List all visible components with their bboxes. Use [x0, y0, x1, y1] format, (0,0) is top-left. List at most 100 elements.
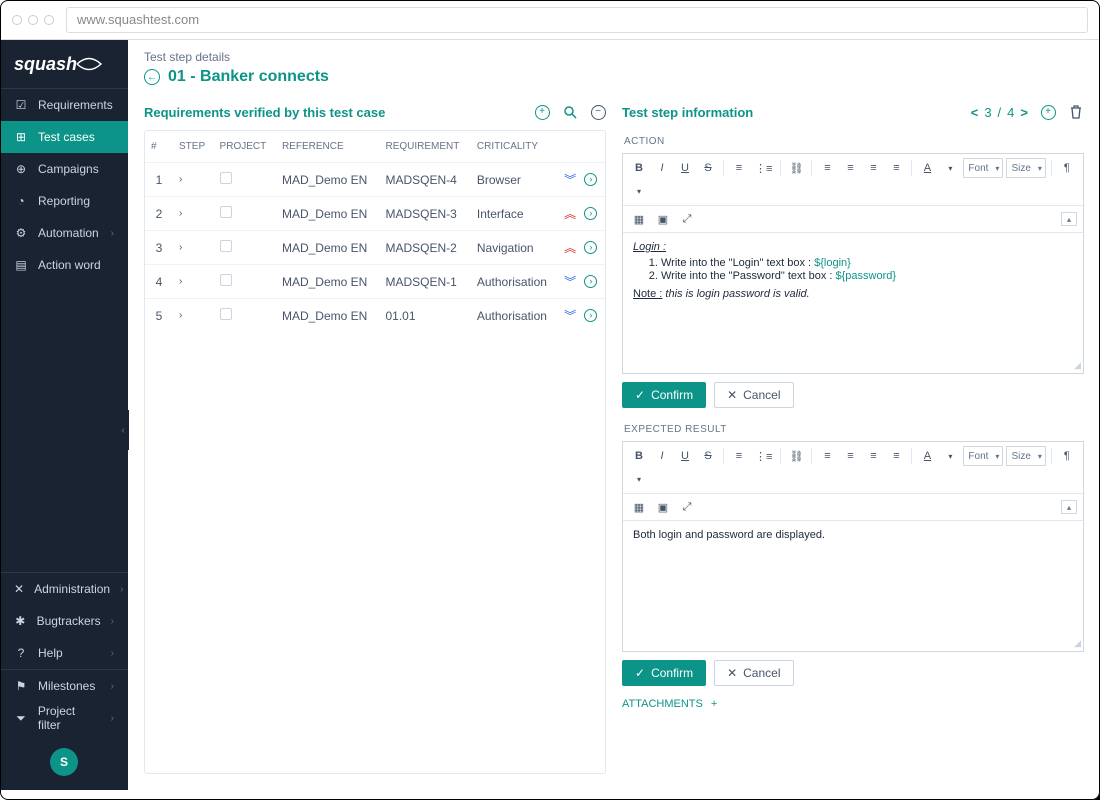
action-cancel-button[interactable]: ✕Cancel — [714, 382, 793, 408]
text-color-dropdown[interactable]: ▾ — [940, 158, 960, 178]
nav-requirements[interactable]: ☑ Requirements — [0, 89, 128, 121]
italic-button[interactable]: I — [652, 446, 672, 466]
window-dot[interactable] — [44, 15, 54, 25]
row-action[interactable]: › — [578, 299, 605, 333]
strike-button[interactable]: S — [698, 158, 718, 178]
nav-reporting[interactable]: ◔ Reporting — [0, 185, 128, 217]
window-dot[interactable] — [28, 15, 38, 25]
image-button[interactable]: ▣ — [653, 497, 673, 517]
bullet-list-button[interactable]: ⋮≡ — [752, 446, 775, 466]
row-project: MAD_Demo EN — [276, 231, 380, 265]
search-button[interactable] — [562, 104, 578, 120]
add-requirement-button[interactable]: + — [534, 104, 550, 120]
add-step-button[interactable]: + — [1040, 104, 1056, 120]
window-dot[interactable] — [12, 15, 22, 25]
numbered-list-button[interactable]: ≡ — [729, 446, 749, 466]
table-row[interactable]: 1›MAD_Demo ENMADSQEN-4Browser︾› — [145, 163, 605, 197]
italic-button[interactable]: I — [652, 158, 672, 178]
row-action[interactable]: › — [578, 231, 605, 265]
col-step: STEP — [173, 131, 214, 163]
bullet-list-button[interactable]: ⋮≡ — [752, 158, 775, 178]
align-justify-button[interactable]: ≡ — [886, 446, 906, 466]
action-content[interactable]: Login : Write into the "Login" text box … — [623, 233, 1083, 363]
size-select[interactable]: Size — [1006, 446, 1045, 466]
attachments-label: ATTACHMENTS — [622, 698, 703, 710]
toolbar-collapse[interactable]: ▴ — [1061, 212, 1077, 226]
nav-test-cases[interactable]: ⊞ Test cases — [0, 121, 128, 153]
resize-grip[interactable]: ◢ — [623, 363, 1083, 373]
size-select[interactable]: Size — [1006, 158, 1045, 178]
expected-content[interactable]: Both login and password are displayed. — [623, 521, 1083, 641]
format-dropdown[interactable]: ▾ — [629, 181, 649, 201]
nav-help[interactable]: ? Help › — [0, 637, 128, 669]
add-attachment-button[interactable]: + — [711, 698, 717, 710]
nav-project-filter[interactable]: ⏷ Project filter › — [0, 702, 128, 734]
delete-step-button[interactable] — [1068, 104, 1084, 120]
expand-icon[interactable]: › — [173, 163, 214, 197]
numbered-list-button[interactable]: ≡ — [729, 158, 749, 178]
row-checkbox[interactable] — [214, 163, 276, 197]
table-row[interactable]: 4›MAD_Demo ENMADSQEN-1Authorisation︾› — [145, 265, 605, 299]
row-action[interactable]: › — [578, 163, 605, 197]
nav-automation[interactable]: ⚙ Automation › — [0, 217, 128, 249]
fullscreen-button[interactable]: ⤢ — [677, 209, 697, 229]
link-button[interactable]: ⛓ — [786, 446, 806, 466]
toolbar-collapse[interactable]: ▴ — [1061, 500, 1077, 514]
pager-next[interactable]: > — [1020, 105, 1028, 120]
format-dropdown[interactable]: ▾ — [629, 469, 649, 489]
expand-icon[interactable]: › — [173, 231, 214, 265]
row-checkbox[interactable] — [214, 265, 276, 299]
url-bar[interactable]: www.squashtest.com — [66, 7, 1088, 33]
row-action[interactable]: › — [578, 265, 605, 299]
text-color-button[interactable]: A — [917, 158, 937, 178]
align-center-button[interactable]: ≡ — [840, 446, 860, 466]
table-row[interactable]: 5›MAD_Demo EN01.01Authorisation︾› — [145, 299, 605, 333]
image-button[interactable]: ▣ — [653, 209, 673, 229]
expected-confirm-button[interactable]: ✓Confirm — [622, 660, 706, 686]
fullscreen-button[interactable]: ⤢ — [677, 497, 697, 517]
bold-button[interactable]: B — [629, 158, 649, 178]
row-checkbox[interactable] — [214, 197, 276, 231]
action-confirm-button[interactable]: ✓Confirm — [622, 382, 706, 408]
pager-prev[interactable]: < — [971, 105, 979, 120]
remove-requirement-button[interactable]: − — [590, 104, 606, 120]
format-button[interactable]: ¶ — [1057, 446, 1077, 466]
expand-icon[interactable]: › — [173, 265, 214, 299]
align-left-button[interactable]: ≡ — [817, 446, 837, 466]
sidebar-collapse[interactable]: ‹ — [117, 410, 129, 450]
font-select[interactable]: Font — [963, 446, 1003, 466]
nav-action-word[interactable]: ▤ Action word — [0, 249, 128, 281]
nav-administration[interactable]: ✕ Administration › — [0, 573, 128, 605]
link-button[interactable]: ⛓ — [786, 158, 806, 178]
resize-grip[interactable]: ◢ — [623, 641, 1083, 651]
nav-campaigns[interactable]: ⊕ Campaigns — [0, 153, 128, 185]
align-right-button[interactable]: ≡ — [863, 158, 883, 178]
bold-button[interactable]: B — [629, 446, 649, 466]
table-row[interactable]: 2›MAD_Demo ENMADSQEN-3Interface︽› — [145, 197, 605, 231]
align-center-button[interactable]: ≡ — [840, 158, 860, 178]
row-checkbox[interactable] — [214, 299, 276, 333]
row-action[interactable]: › — [578, 197, 605, 231]
align-right-button[interactable]: ≡ — [863, 446, 883, 466]
table-row[interactable]: 3›MAD_Demo ENMADSQEN-2Navigation︽› — [145, 231, 605, 265]
table-button[interactable]: ▦ — [629, 209, 649, 229]
font-select[interactable]: Font — [963, 158, 1003, 178]
align-justify-button[interactable]: ≡ — [886, 158, 906, 178]
underline-button[interactable]: U — [675, 446, 695, 466]
format-button[interactable]: ¶ — [1057, 158, 1077, 178]
nav-milestones[interactable]: ⚑ Milestones › — [0, 670, 128, 702]
row-checkbox[interactable] — [214, 231, 276, 265]
table-button[interactable]: ▦ — [629, 497, 649, 517]
nav-bugtrackers[interactable]: ✱ Bugtrackers › — [0, 605, 128, 637]
back-button[interactable]: ← — [144, 69, 160, 85]
chevron-right-icon: › — [120, 584, 123, 595]
underline-button[interactable]: U — [675, 158, 695, 178]
expected-cancel-button[interactable]: ✕Cancel — [714, 660, 793, 686]
avatar[interactable]: S — [50, 748, 78, 776]
text-color-dropdown[interactable]: ▾ — [940, 446, 960, 466]
text-color-button[interactable]: A — [917, 446, 937, 466]
expand-icon[interactable]: › — [173, 197, 214, 231]
align-left-button[interactable]: ≡ — [817, 158, 837, 178]
expand-icon[interactable]: › — [173, 299, 214, 333]
strike-button[interactable]: S — [698, 446, 718, 466]
